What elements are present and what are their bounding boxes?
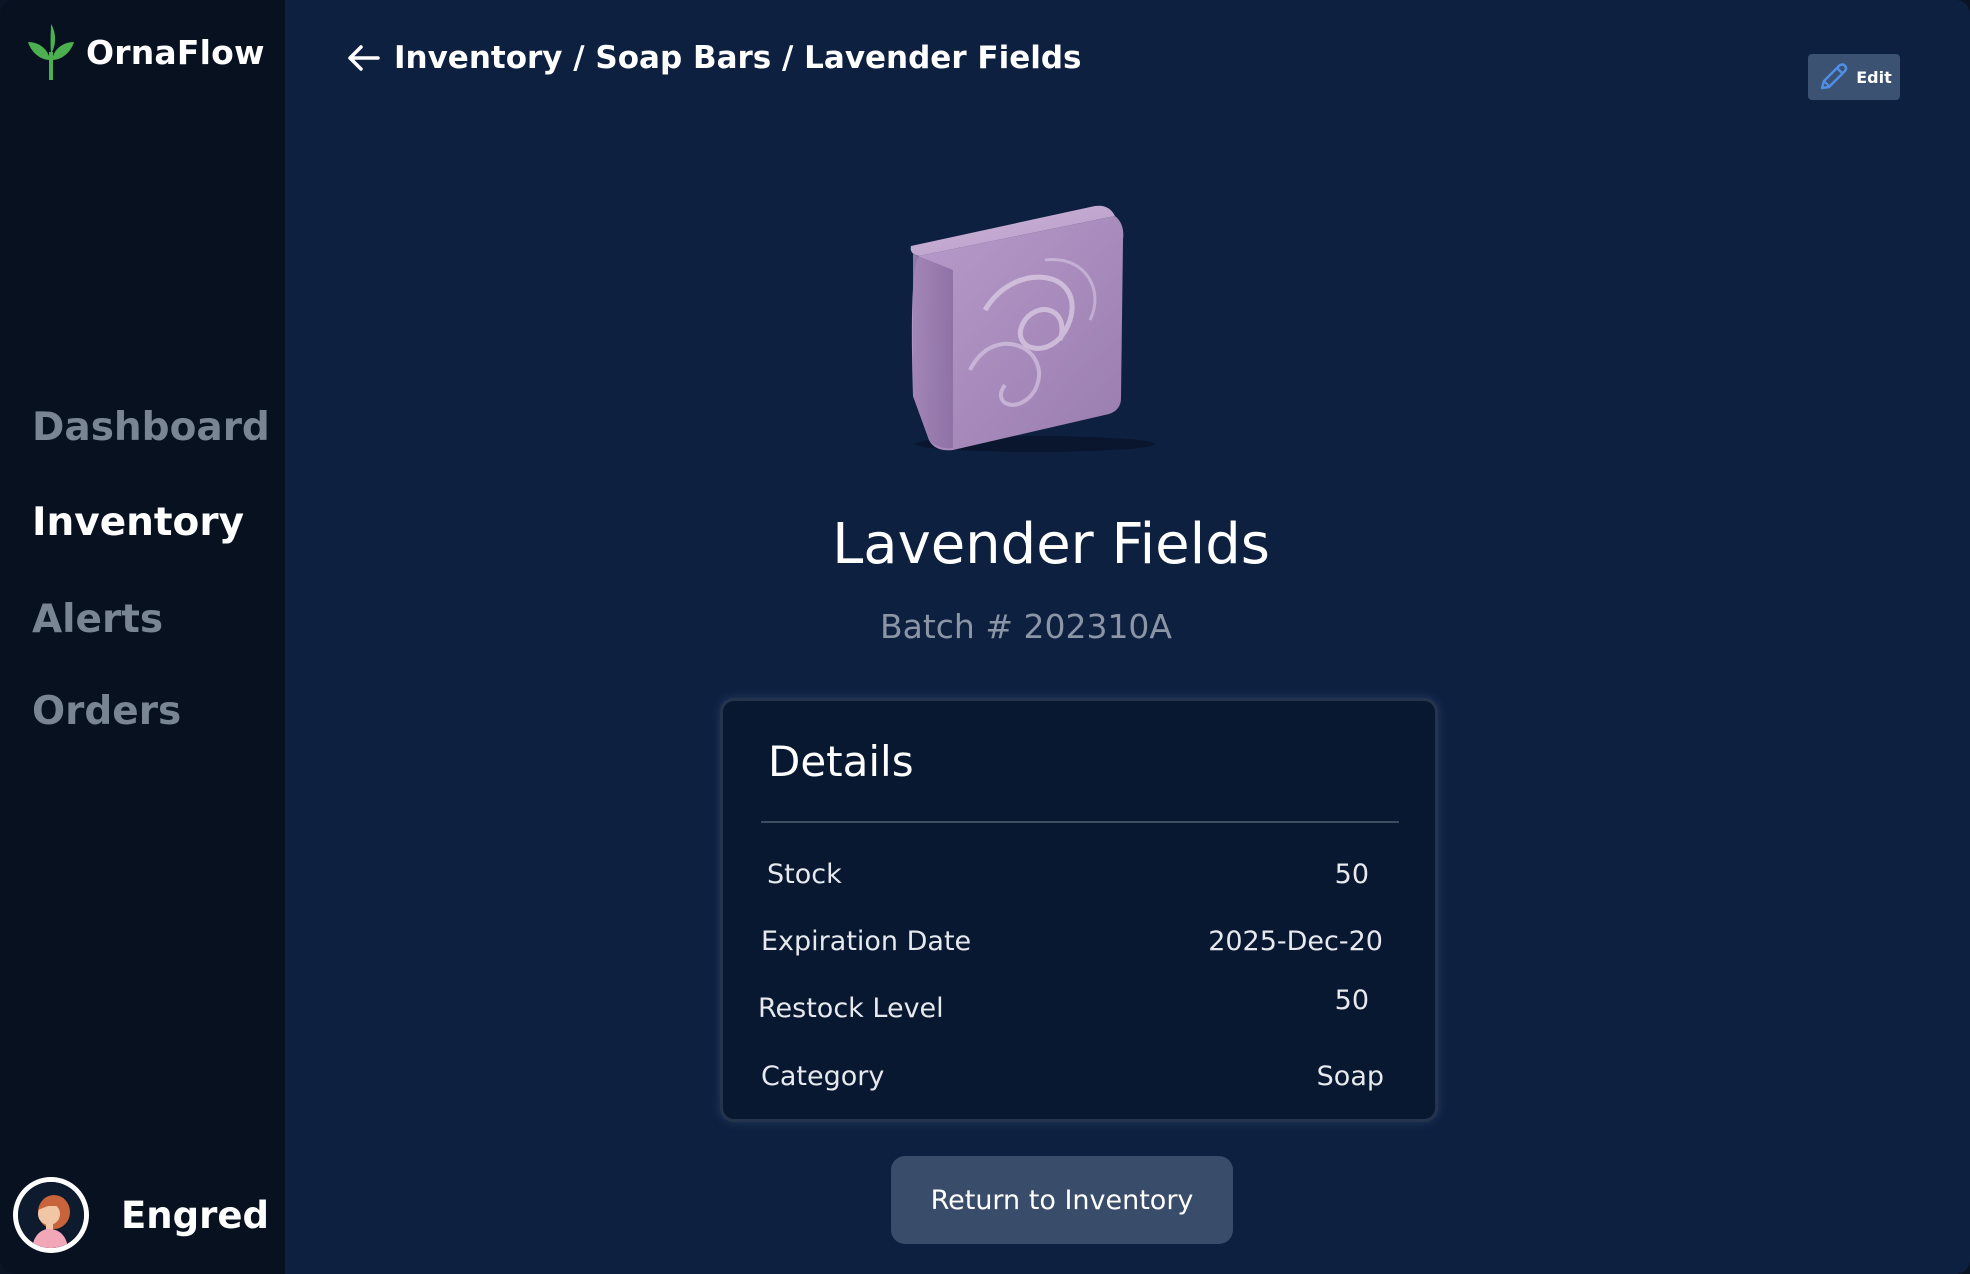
breadcrumb-text[interactable]: Inventory / Soap Bars / Lavender Fields <box>394 40 1082 76</box>
product-image <box>910 205 1155 452</box>
user-avatar-icon <box>18 1182 84 1248</box>
breadcrumb: Inventory / Soap Bars / Lavender Fields <box>346 40 1082 76</box>
category-label: Category <box>761 1061 885 1092</box>
edit-button[interactable]: Edit <box>1808 54 1900 100</box>
expiration-value: 2025-Dec-20 <box>1208 926 1383 957</box>
avatar[interactable] <box>13 1177 89 1253</box>
details-card: Details Stock 50 Expiration Date 2025-De… <box>720 698 1438 1122</box>
restock-label: Restock Level <box>758 993 944 1024</box>
return-to-inventory-button[interactable]: Return to Inventory <box>891 1156 1233 1244</box>
sidebar-item-alerts[interactable]: Alerts <box>32 597 163 642</box>
sidebar-item-orders[interactable]: Orders <box>32 689 181 734</box>
pencil-icon <box>1821 63 1848 90</box>
sidebar-item-dashboard[interactable]: Dashboard <box>32 405 270 450</box>
expiration-label: Expiration Date <box>761 926 972 957</box>
sidebar: OrnaFlow Dashboard Inventory Alerts Orde… <box>0 0 285 1274</box>
logo[interactable]: OrnaFlow <box>26 22 265 82</box>
leaf-logo-icon <box>28 24 74 80</box>
details-title: Details <box>768 737 914 786</box>
app-window: OrnaFlow Dashboard Inventory Alerts Orde… <box>0 0 1970 1274</box>
category-value: Soap <box>1316 1061 1384 1092</box>
edit-label: Edit <box>1856 67 1892 87</box>
stock-label: Stock <box>767 859 842 890</box>
divider <box>761 821 1399 823</box>
batch-number: Batch # 202310A <box>879 607 1173 646</box>
user-name: Engred <box>121 1193 269 1237</box>
user-profile[interactable]: Engred <box>13 1177 269 1253</box>
sidebar-item-inventory[interactable]: Inventory <box>32 500 244 545</box>
product-title: Lavender Fields <box>832 512 1270 577</box>
arrow-left-icon[interactable] <box>346 43 382 73</box>
restock-value: 50 <box>1334 985 1369 1016</box>
app-name: OrnaFlow <box>86 32 265 72</box>
stock-value: 50 <box>1334 859 1369 890</box>
